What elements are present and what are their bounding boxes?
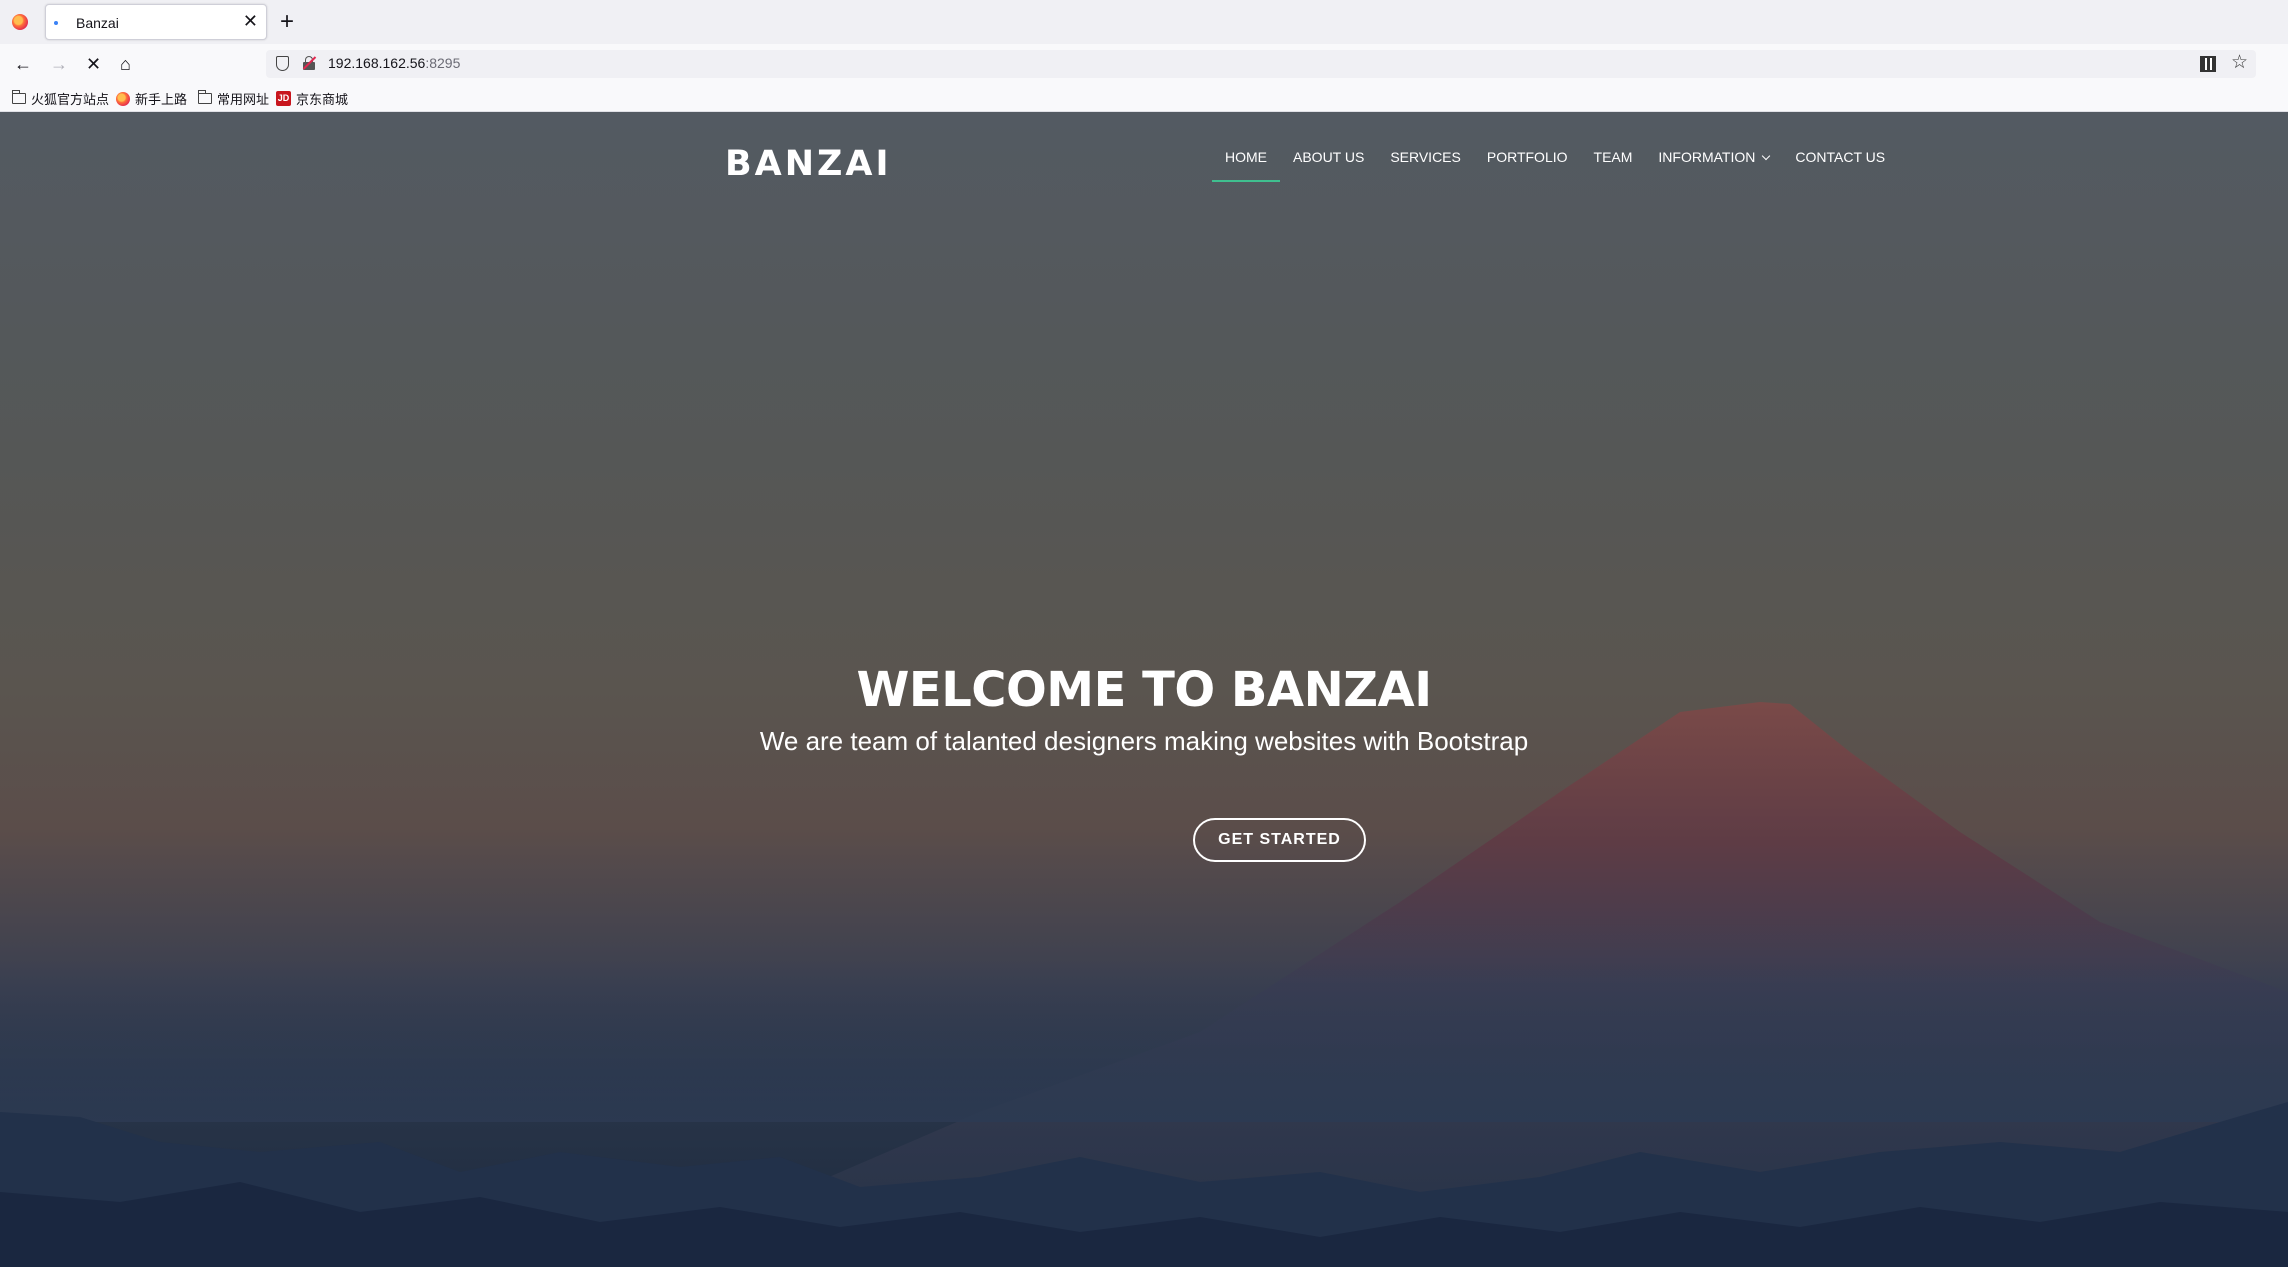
bookmark-label: 京东商城 [296, 92, 349, 107]
site-logo[interactable]: BANZAI [725, 144, 892, 184]
menu-item-contact-us[interactable]: CONTACT US [1782, 146, 1898, 186]
menu-item-services[interactable]: SERVICES [1377, 146, 1474, 186]
stop-button[interactable]: ✕ [86, 52, 101, 76]
chevron-down-icon [1762, 151, 1771, 161]
bookmark-item[interactable]: 新手上路 [116, 89, 187, 108]
bookmark-star-icon[interactable]: ☆ [2231, 52, 2248, 74]
qr-code-icon[interactable] [2200, 56, 2216, 72]
get-started-button[interactable]: GET STARTED [1193, 818, 1366, 862]
folder-icon [198, 90, 212, 104]
url-text[interactable]: 192.168.162.56:8295 [328, 55, 460, 71]
loading-dot-icon [54, 21, 58, 25]
forward-button[interactable]: → [50, 52, 68, 76]
back-button[interactable]: ← [14, 52, 32, 76]
hero-title: WELCOME TO BANZAI [856, 662, 1432, 718]
url-bar[interactable]: 192.168.162.56:8295 ☆ [266, 50, 2256, 78]
jd-icon: JD [276, 91, 291, 106]
url-port: :8295 [425, 55, 461, 71]
hero-subtitle: We are team of talanted designers making… [759, 726, 1529, 756]
bookmark-label: 常用网址 [217, 92, 270, 107]
close-tab-icon[interactable]: ✕ [243, 11, 258, 31]
menu-item-home[interactable]: HOME [1212, 146, 1280, 186]
firefox-icon[interactable] [12, 14, 28, 30]
bookmark-item[interactable]: 火狐官方站点 [12, 89, 109, 108]
bookmarks-bar: 火狐官方站点 新手上路 常用网址 JD 京东商城 [0, 84, 2288, 112]
tab-title: Banzai [76, 15, 119, 31]
firefox-icon [116, 91, 130, 106]
browser-navbar: ← → ✕ ⌂ 192.168.162.56:8295 ☆ [0, 44, 2288, 84]
bookmark-item[interactable]: JD 京东商城 [276, 89, 348, 108]
bookmark-item[interactable]: 常用网址 [198, 89, 269, 108]
home-button[interactable]: ⌂ [120, 52, 131, 76]
menu-item-portfolio[interactable]: PORTFOLIO [1474, 146, 1581, 186]
menu-item-team[interactable]: TEAM [1581, 146, 1646, 186]
folder-icon [12, 90, 26, 104]
menu-item-about-us[interactable]: ABOUT US [1280, 146, 1377, 186]
insecure-lock-icon[interactable] [302, 56, 317, 70]
bookmark-label: 火狐官方站点 [31, 92, 110, 107]
main-menu: HOME ABOUT US SERVICES PORTFOLIO TEAM IN… [1212, 146, 1898, 186]
menu-item-information-label: INFORMATION [1658, 149, 1756, 165]
tracking-protection-icon[interactable] [276, 56, 289, 71]
menu-item-information[interactable]: INFORMATION [1645, 146, 1782, 186]
bookmark-label: 新手上路 [135, 92, 188, 107]
browser-tabstrip: Banzai ✕ + [0, 0, 2288, 44]
hero-section: BANZAI HOME ABOUT US SERVICES PORTFOLIO … [0, 112, 2288, 1267]
browser-tab[interactable]: Banzai ✕ [45, 4, 267, 40]
new-tab-button[interactable]: + [280, 8, 294, 36]
url-host: 192.168.162.56 [328, 55, 426, 71]
